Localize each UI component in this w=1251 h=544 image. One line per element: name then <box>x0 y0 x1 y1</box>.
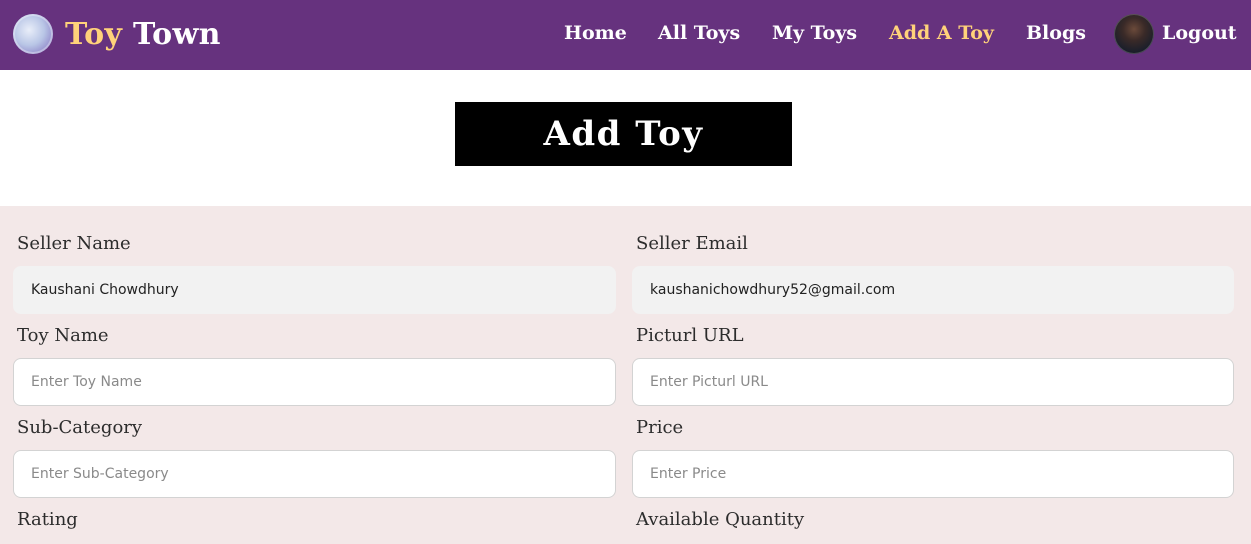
user-avatar[interactable] <box>1114 14 1154 54</box>
seller-email-label: Seller Email <box>636 233 748 254</box>
toy-name-input[interactable] <box>13 358 616 406</box>
navbar: Toy Town Home All Toys My Toys Add A Toy… <box>0 0 1251 70</box>
picture-url-label: Picturl URL <box>636 325 744 346</box>
logout-button[interactable]: Logout <box>1162 22 1237 44</box>
page-header: Add Toy <box>0 70 1251 206</box>
page-title: Add Toy <box>455 102 792 166</box>
seller-email-input[interactable] <box>632 266 1234 314</box>
sub-category-label: Sub-Category <box>17 417 143 438</box>
sub-category-input[interactable] <box>13 450 616 498</box>
rating-label: Rating <box>17 509 78 530</box>
nav-add-a-toy[interactable]: Add A Toy <box>889 22 994 44</box>
picture-url-input[interactable] <box>632 358 1234 406</box>
price-input[interactable] <box>632 450 1234 498</box>
seller-name-input[interactable] <box>13 266 616 314</box>
nav-home[interactable]: Home <box>564 22 627 44</box>
nav-links: Home All Toys My Toys Add A Toy Blogs Lo… <box>0 0 1251 70</box>
nav-all-toys[interactable]: All Toys <box>658 22 740 44</box>
available-quantity-label: Available Quantity <box>636 509 805 530</box>
toy-name-label: Toy Name <box>17 325 109 346</box>
nav-blogs[interactable]: Blogs <box>1026 22 1086 44</box>
seller-name-label: Seller Name <box>17 233 131 254</box>
price-label: Price <box>636 417 684 438</box>
add-toy-form: Seller Name Seller Email Toy Name Pictur… <box>0 206 1251 544</box>
nav-my-toys[interactable]: My Toys <box>772 22 857 44</box>
